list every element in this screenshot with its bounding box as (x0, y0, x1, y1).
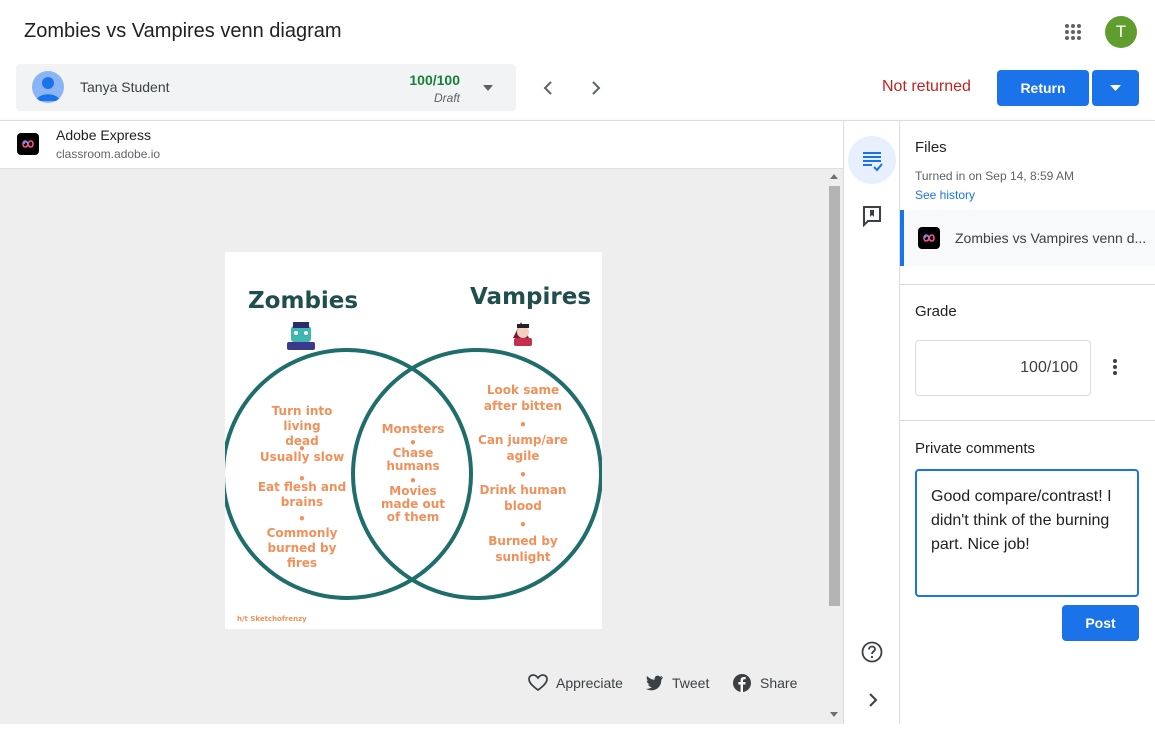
scroll-down-arrow-icon[interactable] (830, 712, 838, 717)
adobe-express-file-icon (918, 227, 940, 249)
left-item: Usually slow (259, 450, 345, 464)
more-options-icon[interactable] (1105, 356, 1125, 380)
left-heading: Zombies (248, 288, 359, 314)
tool-column (843, 121, 900, 724)
return-options-button[interactable] (1092, 70, 1139, 106)
status-label: Not returned (882, 78, 971, 95)
turned-in-timestamp: Turned in on Sep 14, 8:59 AM (915, 169, 1074, 183)
section-divider (900, 420, 1155, 421)
right-item: Look same after bitten (483, 383, 563, 413)
adobe-express-logo-icon (17, 133, 39, 155)
dropdown-caret-icon[interactable] (480, 80, 496, 96)
top-bar: Zombies vs Vampires venn diagram T (0, 0, 1155, 64)
app-name: Adobe Express (56, 127, 151, 143)
grading-panel: Files Turned in on Sep 14, 8:59 AM See h… (900, 121, 1155, 724)
scroll-thumb[interactable] (829, 186, 840, 606)
share-label: Share (760, 675, 798, 691)
middle-item: Chase humans (386, 446, 440, 473)
vampire-icon (513, 322, 532, 346)
venn-diagram-image: Zombies Vampires Turn into living dead •… (225, 252, 602, 629)
student-grade: 100/100 (409, 72, 460, 88)
appreciate-label: Appreciate (556, 675, 623, 691)
student-status: Draft (433, 91, 460, 105)
student-avatar-icon (32, 71, 64, 103)
app-url: classroom.adobe.io (56, 147, 161, 161)
viewer-header: Adobe Express classroom.adobe.io (0, 121, 843, 169)
collapse-panel-button[interactable] (848, 676, 896, 724)
zombie-icon (287, 322, 315, 350)
comment-text: Good compare/contrast! I didn't think of… (931, 488, 1112, 553)
previous-student-icon[interactable] (538, 78, 558, 98)
comment-bank-icon (863, 206, 881, 228)
tweet-label: Tweet (672, 675, 710, 691)
assignment-details-icon (863, 152, 883, 172)
next-student-icon[interactable] (586, 78, 606, 98)
return-button[interactable]: Return (997, 70, 1089, 106)
left-item: Commonly burned by fires (266, 526, 338, 570)
account-avatar[interactable]: T (1105, 16, 1137, 48)
right-item: Drink human blood (479, 483, 567, 513)
file-name: Zombies vs Vampires venn d... (955, 230, 1147, 246)
grade-heading: Grade (915, 303, 957, 320)
facebook-icon (733, 674, 751, 692)
section-divider (900, 284, 1155, 285)
private-comments-heading: Private comments (915, 440, 1036, 457)
heart-icon (528, 674, 548, 692)
see-history-link[interactable]: See history (915, 188, 975, 202)
rubric-tab-button[interactable] (848, 136, 896, 184)
apps-grid-icon[interactable] (1059, 18, 1087, 46)
right-item: Burned by sunlight (488, 534, 558, 564)
help-icon (861, 641, 883, 663)
grade-value: 100/100 (1020, 359, 1078, 376)
right-item: Can jump/are agile (478, 433, 568, 463)
comment-bank-button[interactable] (848, 192, 896, 240)
left-item: Eat flesh and brains (257, 480, 347, 509)
twitter-bird-icon (646, 675, 663, 691)
student-name: Tanya Student (80, 79, 170, 95)
middle-item: Movies made out of them (380, 484, 446, 524)
scroll-up-arrow-icon[interactable] (830, 174, 838, 179)
bullet: • (519, 418, 527, 432)
post-button[interactable]: Post (1062, 605, 1139, 641)
bullet: • (519, 518, 527, 532)
bullet: • (519, 468, 527, 482)
credit-text: h/t Sketchofrenzy (237, 615, 307, 623)
private-comment-input[interactable]: Good compare/contrast! I didn't think of… (915, 469, 1139, 597)
right-heading: Vampires (470, 284, 592, 310)
help-button[interactable] (848, 628, 896, 676)
files-heading: Files (915, 139, 947, 156)
grade-input[interactable]: 100/100 (915, 340, 1091, 396)
bullet: • (298, 512, 306, 526)
page-title: Zombies vs Vampires venn diagram (24, 20, 342, 42)
student-selector[interactable]: Tanya Student 100/100 Draft (16, 64, 516, 111)
chevron-right-icon (869, 693, 878, 707)
middle-item: Monsters (381, 422, 445, 436)
attached-file[interactable]: Zombies vs Vampires venn d... (900, 210, 1155, 266)
